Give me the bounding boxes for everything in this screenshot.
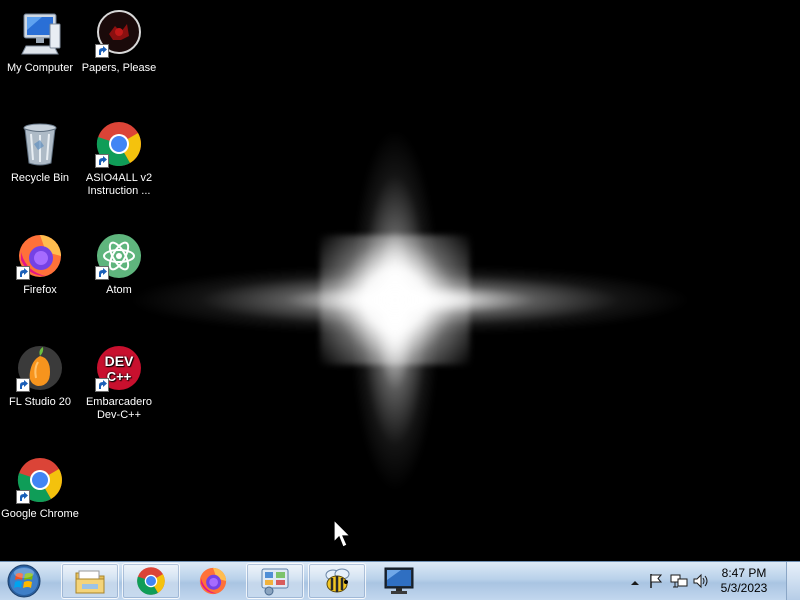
- taskbar-google-chrome[interactable]: [122, 563, 180, 599]
- devcpp-icon: DEV C++: [95, 344, 143, 392]
- asio4all-icon: [95, 120, 143, 168]
- clock-date: 5/3/2023: [720, 581, 768, 595]
- desktop-icon-label: Embarcadero Dev-C++: [85, 396, 153, 421]
- taskbar-windows-explorer[interactable]: [61, 563, 119, 599]
- desktop-icon-papers-please[interactable]: Papers, Please: [79, 10, 159, 75]
- taskbar-bee-app[interactable]: [308, 563, 366, 599]
- folder-icon: [75, 570, 105, 594]
- desktop-icon-label: Firefox: [23, 284, 57, 296]
- clock-time: 8:47 PM: [721, 566, 767, 580]
- desktop-icon-label: ASIO4ALL v2 Instruction ...: [85, 172, 153, 197]
- action-center-flag-icon[interactable]: [648, 573, 664, 594]
- system-tray: 8:47 PM 5/3/2023: [610, 562, 800, 600]
- windows-orb-icon: [7, 564, 41, 598]
- papers-please-icon: [95, 10, 143, 58]
- desktop-icon-label: My Computer: [6, 62, 74, 74]
- desktop-icon-devcpp[interactable]: DEV C++ Embarcadero Dev-C++: [79, 344, 159, 422]
- desktop-icon-recycle-bin[interactable]: Recycle Bin: [0, 120, 80, 185]
- desktop-icon-label: Google Chrome: [1, 508, 79, 520]
- chrome-icon: [137, 567, 165, 595]
- taskbar-display-monitor[interactable]: [370, 563, 428, 599]
- firefox-icon: [199, 567, 227, 595]
- desktop-background: My Computer Papers, Please Recycle Bin A…: [0, 0, 800, 561]
- desktop-icon-my-computer[interactable]: My Computer: [0, 10, 80, 75]
- desktop-icon-label: FL Studio 20: [9, 396, 71, 408]
- shortcut-arrow-icon: [95, 378, 109, 392]
- fl-studio-icon: [16, 344, 64, 392]
- shortcut-arrow-icon: [16, 490, 30, 504]
- svg-text:C++: C++: [107, 369, 132, 384]
- chevron-up-icon[interactable]: [630, 575, 640, 593]
- control-panel-icon: [261, 568, 289, 596]
- desktop-icon-firefox[interactable]: Firefox: [0, 232, 80, 297]
- shortcut-arrow-icon: [95, 154, 109, 168]
- monitor-icon: [384, 567, 414, 594]
- firefox-icon: [16, 232, 64, 280]
- my-computer-icon: [16, 10, 64, 58]
- mouse-cursor-icon: [333, 518, 352, 554]
- desktop-icon-atom[interactable]: Atom: [79, 232, 159, 297]
- bee-icon: [325, 568, 350, 593]
- clock[interactable]: 8:47 PM 5/3/2023: [714, 566, 774, 596]
- svg-text:DEV: DEV: [105, 353, 134, 369]
- chrome-icon: [16, 456, 64, 504]
- shortcut-arrow-icon: [95, 44, 109, 58]
- recycle-bin-icon: [16, 120, 64, 168]
- desktop-icon-asio4all[interactable]: ASIO4ALL v2 Instruction ...: [79, 120, 159, 198]
- taskbar-control-panel[interactable]: [246, 563, 304, 599]
- desktop-icon-label: Papers, Please: [81, 62, 157, 74]
- desktop-icon-google-chrome[interactable]: Google Chrome: [0, 456, 80, 521]
- taskbar: 8:47 PM 5/3/2023: [0, 561, 800, 600]
- start-button[interactable]: [4, 563, 50, 599]
- desktop-icon-fl-studio[interactable]: FL Studio 20: [0, 344, 80, 409]
- network-icon[interactable]: [670, 573, 688, 594]
- shortcut-arrow-icon: [95, 266, 109, 280]
- desktop-icon-label: Atom: [106, 284, 132, 296]
- taskbar-firefox[interactable]: [184, 563, 242, 599]
- wallpaper-star-core: [320, 235, 470, 365]
- show-desktop-button[interactable]: [786, 562, 800, 600]
- desktop-icon-label: Recycle Bin: [10, 172, 70, 184]
- shortcut-arrow-icon: [16, 266, 30, 280]
- shortcut-arrow-icon: [16, 378, 30, 392]
- atom-icon: [95, 232, 143, 280]
- volume-icon[interactable]: [692, 573, 710, 594]
